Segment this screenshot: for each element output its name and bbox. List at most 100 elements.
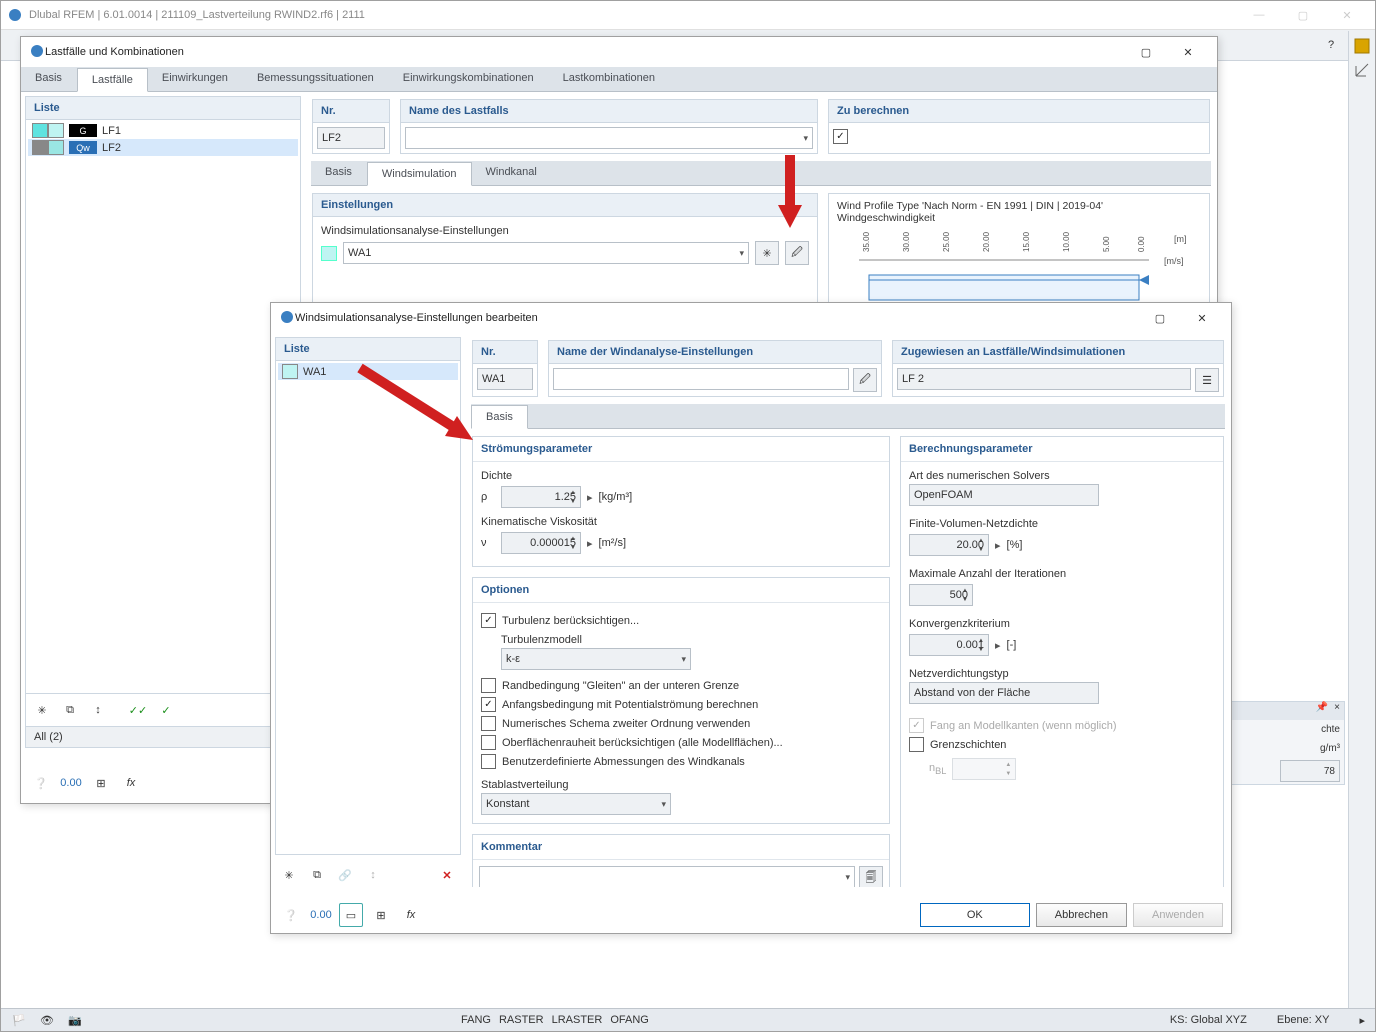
settings-new-button[interactable]: ✳ [755,241,779,265]
calc-checkbox[interactable]: ✓ [833,127,1205,146]
snap-raster[interactable]: RASTER [499,1014,544,1026]
opt-second-order-check[interactable]: Numerisches Schema zweiter Ordnung verwe… [481,714,881,733]
svg-text:[m]: [m] [1174,234,1187,244]
opt-user-dim-check[interactable]: Benutzerdefinierte Abmessungen des Windk… [481,752,881,771]
dlg-help-icon[interactable]: ❔ [279,903,303,927]
nr-header: Nr. [313,100,389,123]
dialog-close-button[interactable]: ✕ [1181,304,1223,332]
ok-button[interactable]: OK [920,903,1030,927]
turb-model-dropdown[interactable]: k-ε▾ [501,648,691,670]
name-header: Name des Lastfalls [401,100,817,123]
iter-input[interactable]: 500▲▼ [909,584,973,606]
maximize-button[interactable]: ▢ [1281,2,1325,28]
dock-axes-icon[interactable] [1353,61,1371,79]
dlg-frame-icon[interactable]: ▭ [339,903,363,927]
bl-check[interactable]: Grenzschichten [909,735,1215,754]
pin-icon[interactable]: 📌 [1316,702,1328,720]
toolbar-help-icon[interactable]: ? [1319,33,1343,57]
prop-value[interactable]: 78 [1280,760,1340,782]
status-flag-icon[interactable]: 🏳️ [7,1008,31,1032]
settings-edit-button[interactable]: 🖉 [785,241,809,265]
lc-units-icon[interactable]: 0.00 [59,771,83,795]
tab-bemessung[interactable]: Bemessungssituationen [243,67,389,91]
calc-header: Zu berechnen [829,100,1209,123]
dlg-list-item-wa1[interactable]: WA1 [278,363,458,380]
subtab-basis[interactable]: Basis [311,161,367,185]
flow-header: Strömungsparameter [473,437,889,462]
right-dock [1348,31,1375,1009]
list-sort-icon[interactable]: ↕ [86,698,110,722]
tab-basis[interactable]: Basis [21,67,77,91]
lc-fx-icon[interactable]: fx [119,771,143,795]
list-item-lf2[interactable]: Qw LF2 [28,139,298,156]
cancel-button[interactable]: Abbrechen [1036,903,1127,927]
opt-turbulence-check[interactable]: ✓Turbulenz berücksichtigen... [481,611,881,630]
visc-input[interactable]: 0.000015▲▼ [501,532,581,554]
snap-ofang[interactable]: OFANG [610,1014,649,1026]
tab-lastkomb[interactable]: Lastkombinationen [549,67,670,91]
list-label: LF2 [102,142,121,154]
status-eye-icon[interactable]: 👁 [35,1008,59,1032]
status-menu-icon[interactable]: ▸ [1359,1014,1365,1027]
conv-unit: [-] [1007,639,1017,651]
status-camera-icon[interactable]: 📷 [63,1008,87,1032]
density-input[interactable]: 1.25▲▼ [501,486,581,508]
refine-dropdown[interactable]: Abstand von der Fläche [909,682,1099,704]
minimize-button[interactable]: — [1237,2,1281,28]
loadcase-name-dropdown[interactable]: ▾ [405,127,813,149]
settings-dropdown[interactable]: WA1▾ [343,242,749,264]
dlg-list-header: Liste [276,338,460,361]
list-item-lf1[interactable]: G LF1 [28,122,298,139]
svg-text:10.00: 10.00 [1062,231,1071,252]
dlg-name-input[interactable] [553,368,849,390]
comment-pick-button[interactable]: 🗐 [859,866,883,887]
loadcases-maximize-button[interactable]: ▢ [1125,38,1167,66]
dlg-list-copy-icon[interactable]: ⧉ [305,863,329,887]
list-new-icon[interactable]: ✳ [30,698,54,722]
turb-model-label: Turbulenzmodell [501,634,881,646]
snap-fang[interactable]: FANG [461,1014,491,1026]
dlg-units-icon[interactable]: 0.00 [309,903,333,927]
opt-roughness-check[interactable]: Oberflächenrauheit berücksichtigen (alle… [481,733,881,752]
prop-unit: g/m³ [1320,743,1340,754]
dlg-list-link-icon: 🔗 [333,863,357,887]
svg-text:5.00: 5.00 [1102,236,1111,252]
opt-initial-pot-check[interactable]: ✓Anfangsbedingung mit Potentialströmung … [481,695,881,714]
dlg-assigned-list-button[interactable]: ☰ [1195,368,1219,392]
dock-cube-icon[interactable] [1353,37,1371,55]
subtab-windkanal[interactable]: Windkanal [472,161,552,185]
dlg-list-new-icon[interactable]: ✳ [277,863,301,887]
svg-text:[m/s]: [m/s] [1164,256,1184,266]
dialog-title: Windsimulationsanalyse-Einstellungen bea… [295,312,1139,324]
load-dist-dropdown[interactable]: Konstant▾ [481,793,671,815]
snap-lraster[interactable]: LRASTER [552,1014,603,1026]
dlg-list-delete-icon[interactable]: ✕ [435,863,459,887]
wind-profile-line1: Wind Profile Type 'Nach Norm - EN 1991 |… [837,200,1201,212]
statusbar: 🏳️ 👁 📷 FANG RASTER LRASTER OFANG KS: Glo… [1,1008,1375,1031]
nbl-input: ▲▼ [952,758,1016,780]
dlg-subtab-basis[interactable]: Basis [471,405,528,429]
list-check-icon[interactable]: ✓✓ [126,698,150,722]
subtab-windsim[interactable]: Windsimulation [367,162,472,186]
dlg-fx-icon[interactable]: fx [399,903,423,927]
tab-einwirkungen[interactable]: Einwirkungen [148,67,243,91]
loadcases-close-button[interactable]: ✕ [1167,38,1209,66]
close-icon[interactable]: × [1334,702,1340,720]
lc-help-icon[interactable]: ❔ [29,771,53,795]
opt-bc-slip-check[interactable]: Randbedingung "Gleiten" an der unteren G… [481,676,881,695]
list-copy-icon[interactable]: ⧉ [58,698,82,722]
wind-profile-line2: Windgeschwindigkeit [837,212,1201,224]
conv-input[interactable]: 0.001▲▼ [909,634,989,656]
tab-einwirkungskomb[interactable]: Einwirkungskombinationen [389,67,549,91]
dlg-axis-icon[interactable]: ⊞ [369,903,393,927]
solver-dropdown[interactable]: OpenFOAM [909,484,1099,506]
list-uncheck-icon[interactable]: ✓ [154,698,178,722]
dialog-maximize-button[interactable]: ▢ [1139,304,1181,332]
lc-axis-icon[interactable]: ⊞ [89,771,113,795]
comment-input[interactable]: ▾ [479,866,855,887]
tab-lastfaelle[interactable]: Lastfälle [77,68,148,92]
close-button[interactable]: ✕ [1325,2,1369,28]
settings-header: Einstellungen [313,194,817,217]
dlg-name-edit-button[interactable]: 🖉 [853,368,877,392]
mesh-input[interactable]: 20.00▲▼ [909,534,989,556]
